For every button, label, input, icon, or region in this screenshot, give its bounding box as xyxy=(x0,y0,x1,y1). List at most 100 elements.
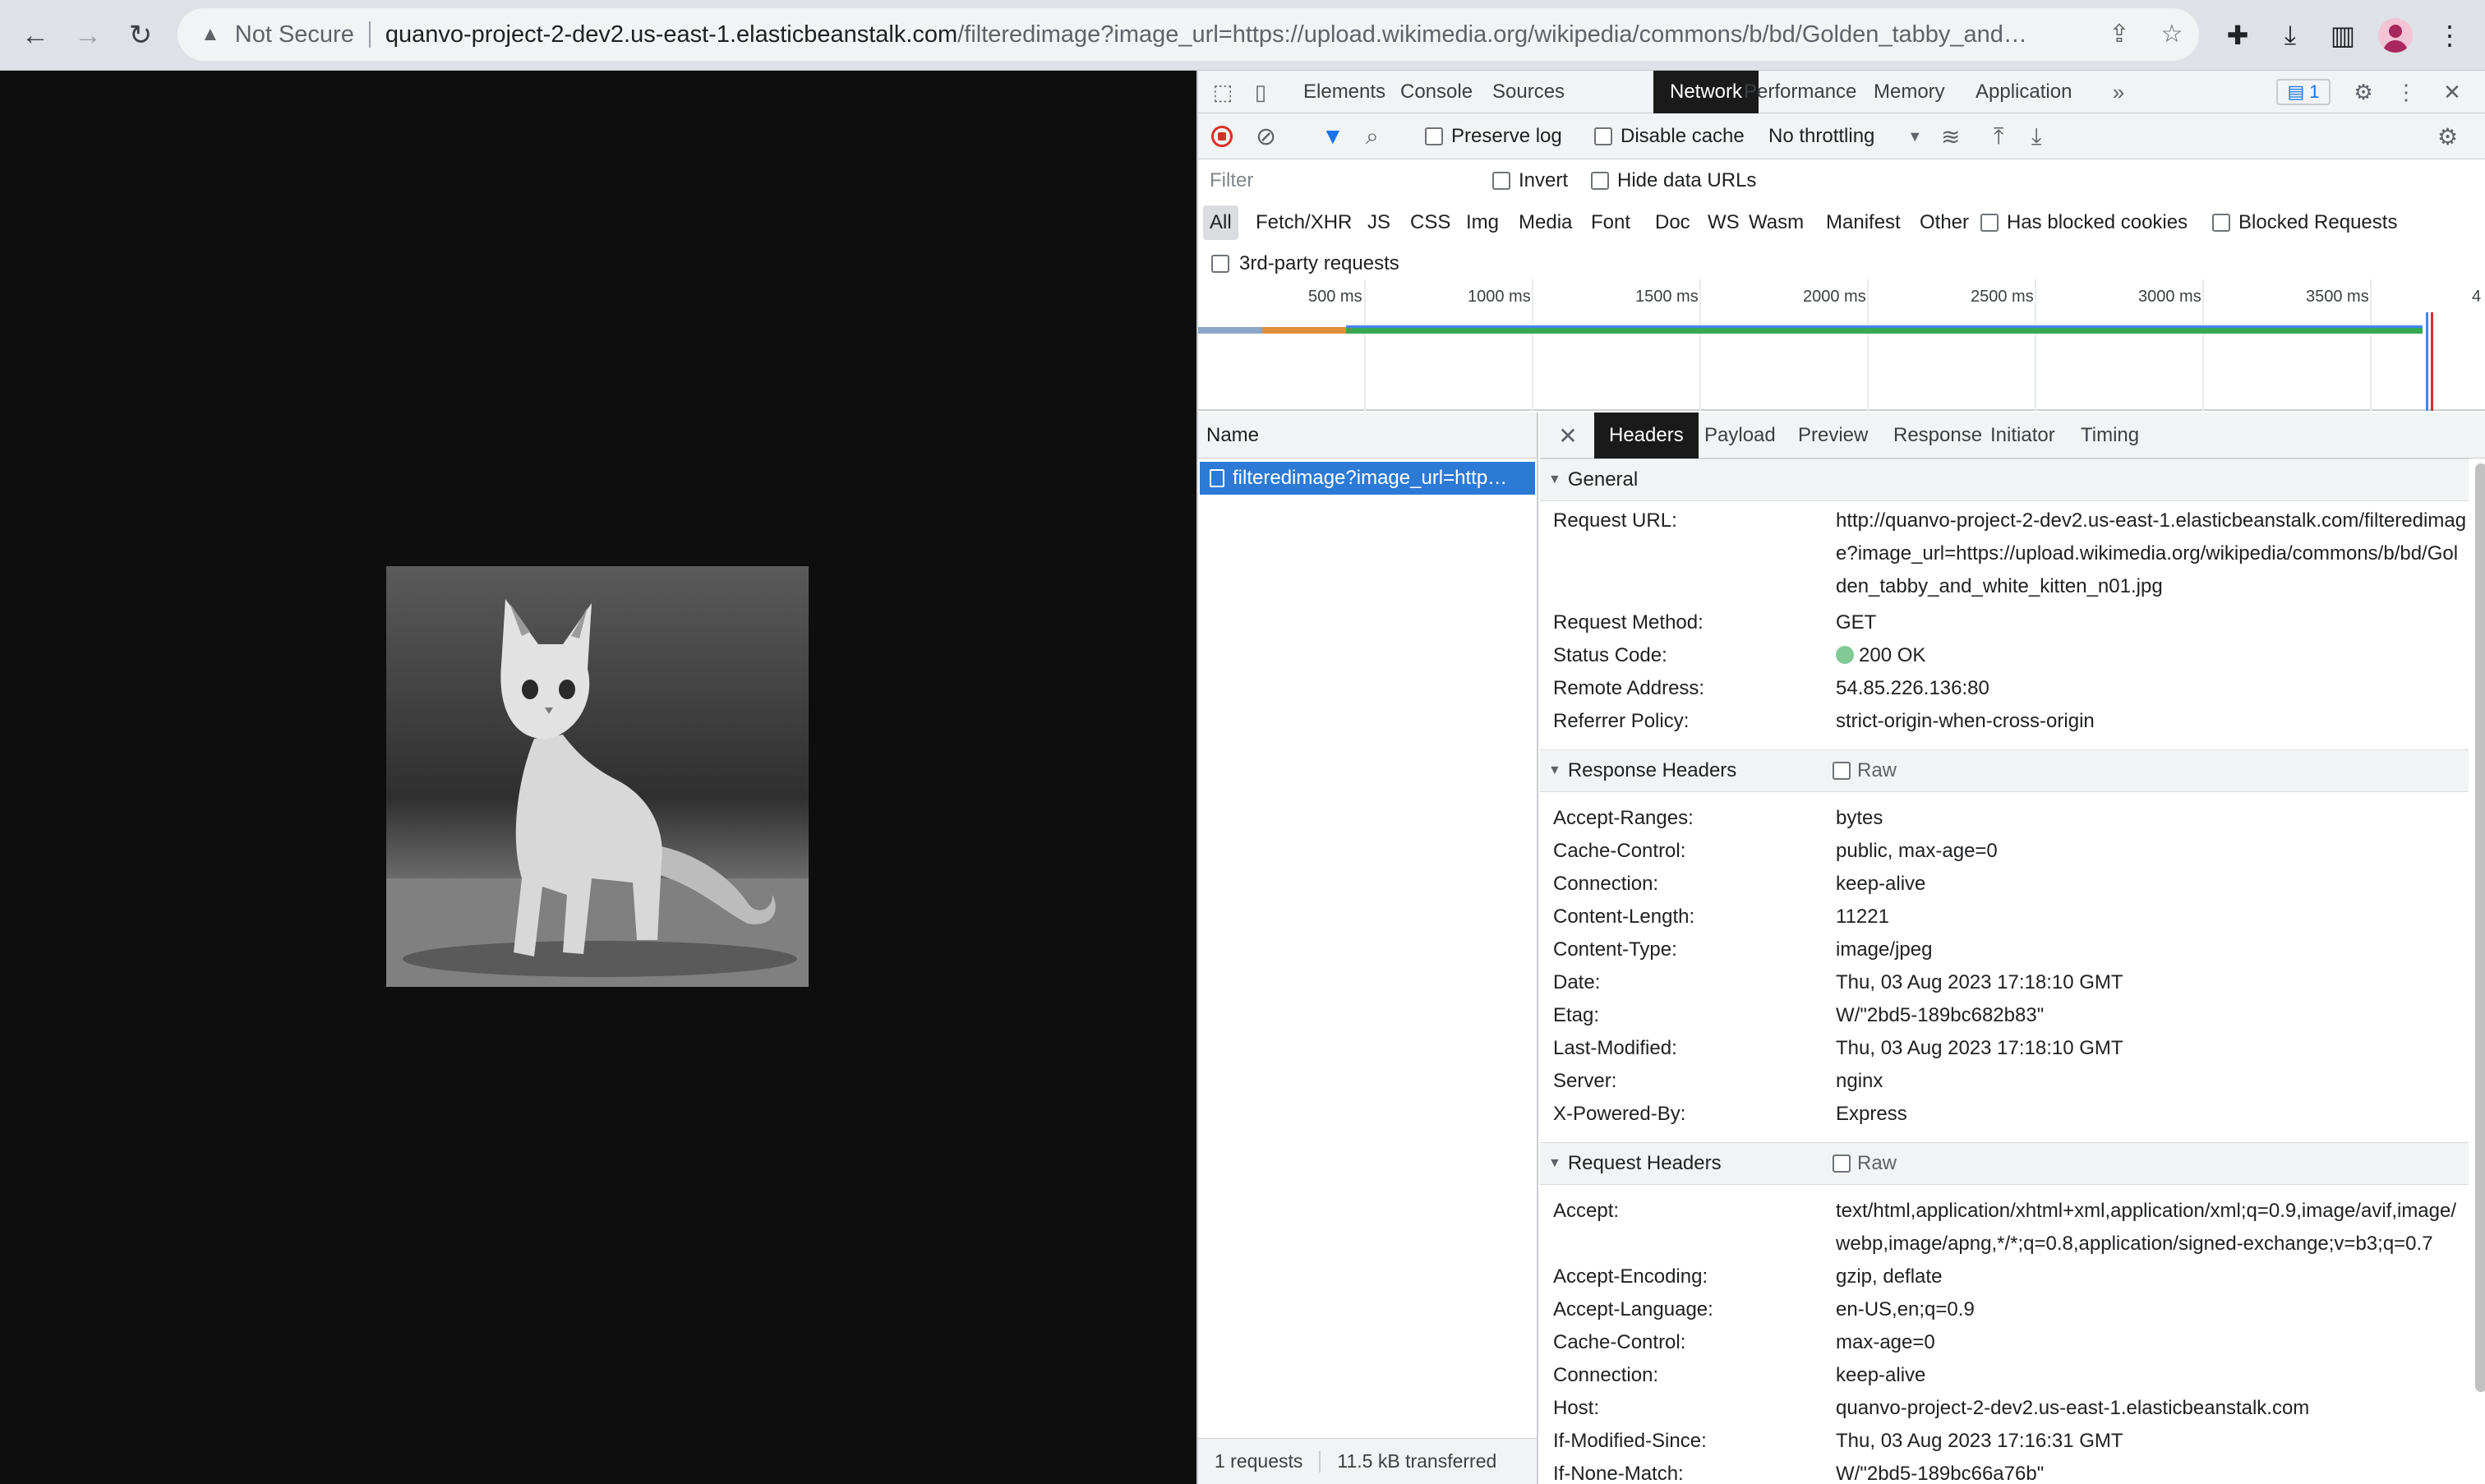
throttling-select[interactable]: No throttling ▼ xyxy=(1768,113,1922,159)
tab-application[interactable]: Application xyxy=(1959,71,2088,113)
header-key: Status Code: xyxy=(1553,644,1667,666)
header-value: nginx xyxy=(1836,1070,1883,1092)
type-fetch-xhr[interactable]: Fetch/XHR xyxy=(1249,205,1358,240)
header-key: Date: xyxy=(1553,971,1601,993)
response-headers-section-header[interactable]: ▼ Response Headers Raw xyxy=(1540,749,2469,792)
network-conditions-icon[interactable]: ≋ xyxy=(1941,113,1960,159)
type-other[interactable]: Other xyxy=(1913,205,1976,240)
tab-preview[interactable]: Preview xyxy=(1783,412,1883,459)
devtools-panel: ⬚ ▯ Elements Console Sources Network Per… xyxy=(1196,71,2485,1484)
tab-performance[interactable]: Performance xyxy=(1727,71,1873,113)
header-key: X-Powered-By: xyxy=(1553,1103,1686,1125)
has-blocked-cookies-label: Has blocked cookies xyxy=(2007,211,2188,233)
tab-payload[interactable]: Payload xyxy=(1690,412,1791,459)
header-value: keep-alive xyxy=(1836,873,1926,895)
profile-avatar[interactable] xyxy=(2378,18,2413,53)
close-icon[interactable]: ✕ xyxy=(1551,419,1584,452)
device-toolbar-icon[interactable]: ▯ xyxy=(1244,76,1277,108)
tab-console[interactable]: Console xyxy=(1384,71,1489,113)
clear-icon[interactable]: ⊘ xyxy=(1256,113,1276,159)
bookmark-star-icon[interactable]: ☆ xyxy=(2151,13,2192,54)
timeline-gridline xyxy=(2370,279,2372,411)
issues-badge[interactable]: ▤ 1 xyxy=(2276,79,2331,105)
tab-timing[interactable]: Timing xyxy=(2066,412,2154,459)
raw-checkbox[interactable]: Raw xyxy=(1833,759,1897,782)
scrollbar[interactable] xyxy=(2475,463,2485,1392)
search-icon[interactable]: ⌕ xyxy=(1366,113,1379,159)
header-row: Connection: keep-alive xyxy=(1553,1359,2473,1392)
security-label[interactable]: Not Secure xyxy=(235,21,354,48)
timeline-overview[interactable]: 500 ms 1000 ms 1500 ms 2000 ms 2500 ms 3… xyxy=(1198,279,2485,411)
inspect-element-icon[interactable]: ⬚ xyxy=(1206,76,1239,108)
kitten-image xyxy=(386,566,809,987)
transferred-size: 11.5 kB transferred xyxy=(1337,1450,1497,1472)
tab-headers[interactable]: Headers xyxy=(1594,412,1699,459)
invert-checkbox[interactable]: Invert xyxy=(1492,159,1568,202)
url-path[interactable]: /filteredimage?image_url=https://upload.… xyxy=(957,21,2027,48)
close-icon[interactable]: ✕ xyxy=(2436,76,2469,108)
side-panel-icon[interactable]: ▥ xyxy=(2322,15,2363,56)
has-blocked-cookies-checkbox[interactable]: Has blocked cookies xyxy=(1974,205,2194,240)
header-row: If-None-Match: W/"2bd5-189bc66a76b" xyxy=(1553,1458,2473,1484)
timeline-tick: 500 ms xyxy=(1308,288,1362,306)
tab-initiator[interactable]: Initiator xyxy=(1976,412,2070,459)
third-party-checkbox[interactable]: 3rd-party requests xyxy=(1211,243,1399,284)
devtools-menu-icon[interactable]: ⋮ xyxy=(2390,76,2423,108)
export-har-icon[interactable]: ⤓ xyxy=(2031,113,2041,159)
raw-checkbox[interactable]: Raw xyxy=(1833,1152,1897,1175)
name-column-header[interactable]: Name xyxy=(1198,412,1537,459)
address-bar[interactable]: ▲ Not Secure quanvo-project-2-dev2.us-ea… xyxy=(178,8,2199,61)
header-key: Cache-Control: xyxy=(1553,840,1686,862)
preserve-log-label: Preserve log xyxy=(1451,125,1562,147)
disable-cache-checkbox[interactable]: Disable cache xyxy=(1594,113,1745,159)
status-code-value: 200 OK xyxy=(1836,639,2469,672)
blocked-requests-checkbox[interactable]: Blocked Requests xyxy=(2206,205,2404,240)
type-wasm[interactable]: Wasm xyxy=(1742,205,1810,240)
extensions-puzzle-icon[interactable]: ✚ xyxy=(2217,15,2258,56)
type-all[interactable]: All xyxy=(1203,205,1238,240)
warning-icon[interactable]: ▲ xyxy=(201,23,220,46)
hide-data-urls-label: Hide data URLs xyxy=(1617,169,1757,191)
header-row: Cache-Control: max-age=0 xyxy=(1553,1326,2473,1359)
forward-arrow-icon[interactable]: → xyxy=(69,16,107,54)
header-row: Host: quanvo-project-2-dev2.us-east-1.ela… xyxy=(1553,1392,2473,1425)
header-row: Content-Length: 11221 xyxy=(1553,901,2473,933)
more-tabs-icon[interactable]: » xyxy=(2102,76,2135,108)
network-settings-gear-icon[interactable]: ⚙ xyxy=(2437,113,2458,159)
triangle-down-icon: ▼ xyxy=(1548,1156,1561,1170)
type-ws[interactable]: WS xyxy=(1701,205,1746,240)
download-icon[interactable]: ⤓ xyxy=(2270,15,2311,56)
timeline-gridline xyxy=(2035,279,2036,411)
record-icon[interactable] xyxy=(1211,113,1233,159)
header-value: keep-alive xyxy=(1836,1364,1926,1386)
filter-icon[interactable]: ▼ xyxy=(1321,113,1344,159)
header-row: X-Powered-By: Express xyxy=(1553,1098,2473,1131)
type-font[interactable]: Font xyxy=(1584,205,1637,240)
filter-input[interactable]: Filter xyxy=(1206,166,1478,196)
kebab-menu-icon[interactable]: ⋮ xyxy=(2429,15,2470,56)
type-doc[interactable]: Doc xyxy=(1648,205,1697,240)
request-row[interactable]: filteredimage?image_url=http… xyxy=(1200,462,1535,495)
gear-icon[interactable]: ⚙ xyxy=(2347,76,2380,108)
back-arrow-icon[interactable]: ← xyxy=(16,16,54,54)
request-headers-section-header[interactable]: ▼ Request Headers Raw xyxy=(1540,1142,2469,1185)
general-section-header[interactable]: ▼ General xyxy=(1540,459,2469,501)
header-row: Accept-Language: en-US,en;q=0.9 xyxy=(1553,1293,2473,1326)
header-row: Etag: W/"2bd5-189bc682b83" xyxy=(1553,999,2473,1032)
header-key: Etag: xyxy=(1553,1004,1600,1026)
header-key: Content-Type: xyxy=(1553,938,1677,961)
type-media[interactable]: Media xyxy=(1512,205,1579,240)
type-css[interactable]: CSS xyxy=(1404,205,1457,240)
type-js[interactable]: JS xyxy=(1361,205,1397,240)
url-host[interactable]: quanvo-project-2-dev2.us-east-1.elasticb… xyxy=(385,21,957,48)
tab-sources[interactable]: Sources xyxy=(1476,71,1581,113)
hide-data-urls-checkbox[interactable]: Hide data URLs xyxy=(1591,159,1756,202)
tab-memory[interactable]: Memory xyxy=(1857,71,1962,113)
header-value: public, max-age=0 xyxy=(1836,840,1998,862)
preserve-log-checkbox[interactable]: Preserve log xyxy=(1425,113,1562,159)
reload-icon[interactable]: ↻ xyxy=(122,16,159,54)
type-img[interactable]: Img xyxy=(1459,205,1505,240)
share-icon[interactable]: ⇪ xyxy=(2099,13,2140,54)
import-har-icon[interactable]: ⤒ xyxy=(1994,113,2003,159)
type-manifest[interactable]: Manifest xyxy=(1819,205,1907,240)
